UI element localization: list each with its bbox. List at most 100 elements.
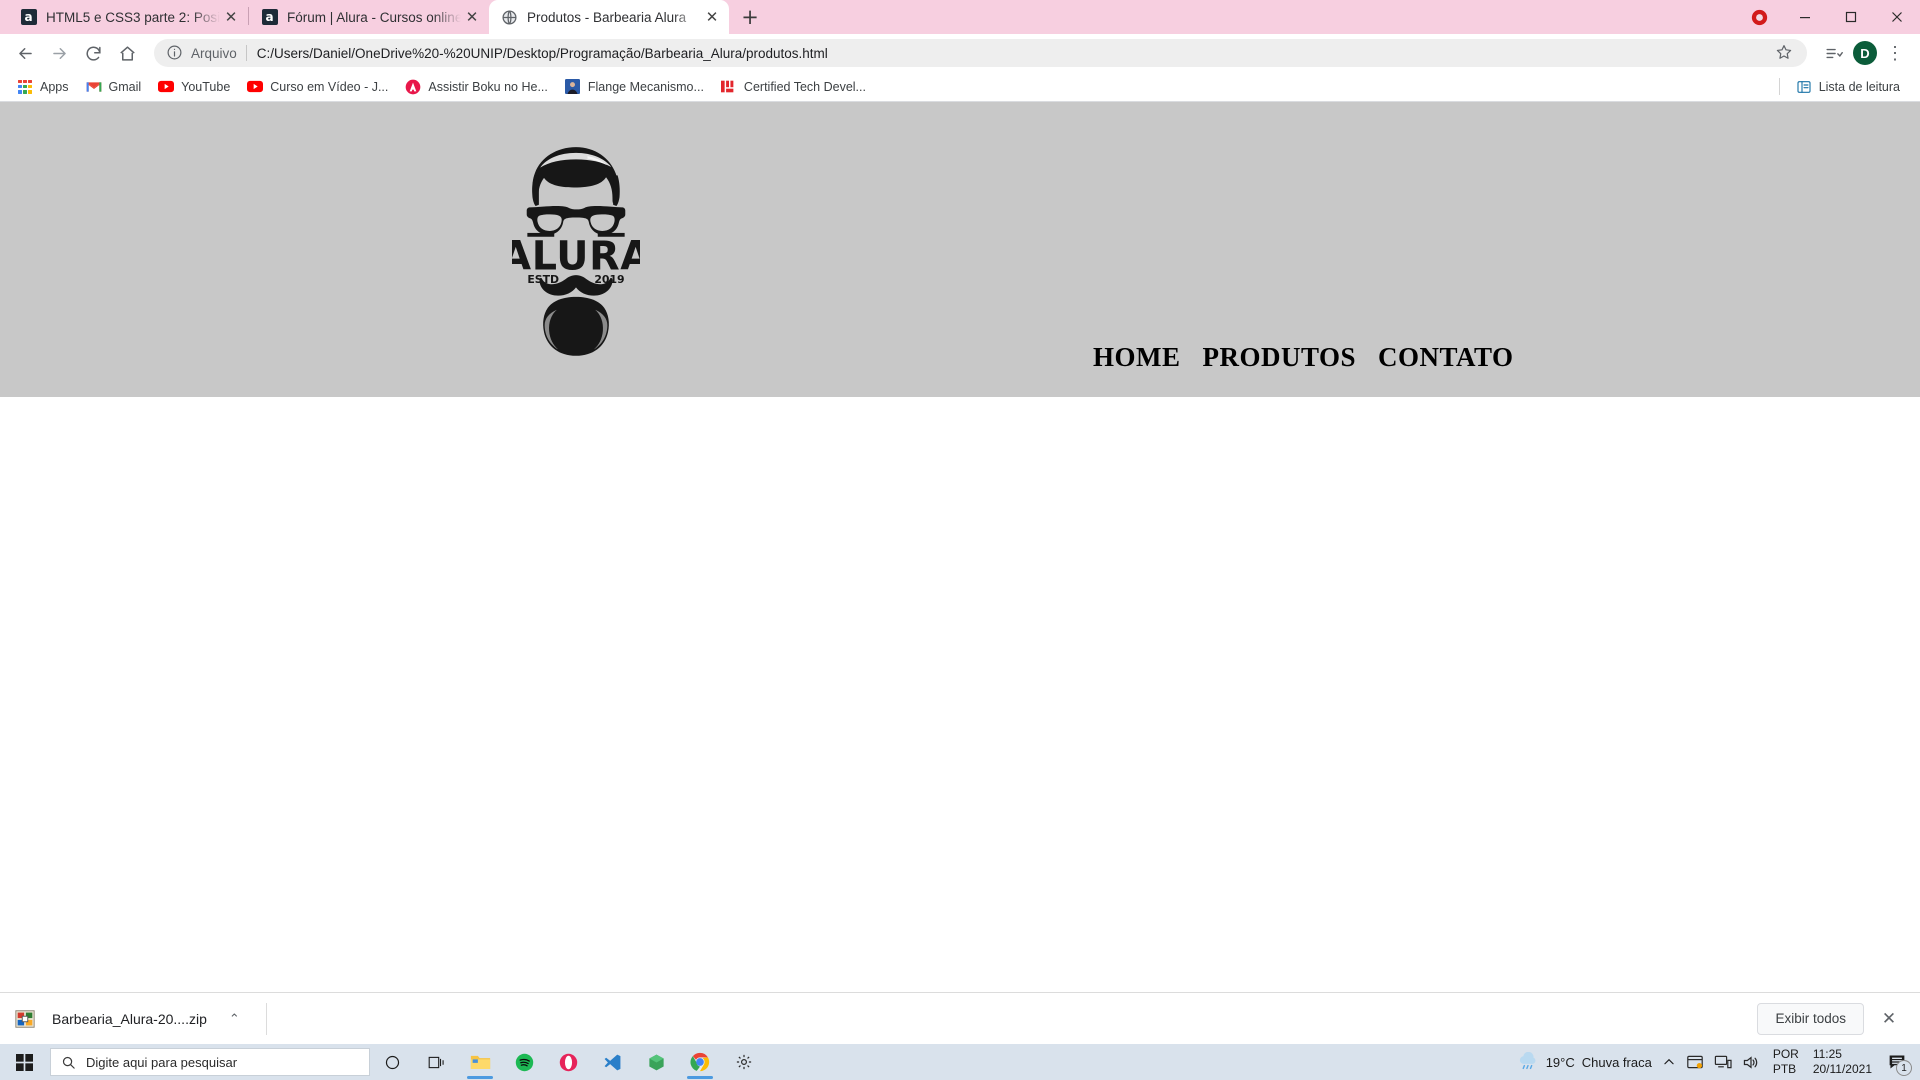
chrome-icon[interactable] (678, 1044, 722, 1080)
task-view-icon[interactable] (414, 1044, 458, 1080)
site-header: ALURA ESTD 2019 HOME PRODUTOS CONTATO (0, 102, 1920, 397)
search-icon (62, 1056, 75, 1069)
nav-link-home[interactable]: HOME (1093, 342, 1181, 373)
url-text: C:/Users/Daniel/OneDrive%20-%20UNIP/Desk… (256, 45, 828, 61)
clock-date: 20/11/2021 (1812, 1062, 1872, 1076)
language-line-2: PTB (1772, 1062, 1797, 1076)
tab-title: Fórum | Alura - Cursos online de (287, 9, 461, 25)
zip-file-icon (14, 1008, 36, 1030)
notification-center-button[interactable]: 1 (1880, 1044, 1914, 1080)
chevron-up-icon[interactable]: ⌃ (229, 1011, 240, 1027)
file-explorer-icon[interactable] (458, 1044, 502, 1080)
animes-icon (405, 79, 421, 95)
volume-icon[interactable] (1737, 1044, 1765, 1080)
bookmark-label: Certified Tech Devel... (743, 79, 866, 94)
window-controls (1736, 0, 1920, 34)
unity-icon[interactable] (634, 1044, 678, 1080)
address-bar[interactable]: Arquivo C:/Users/Daniel/OneDrive%20-%20U… (154, 39, 1807, 67)
record-icon[interactable] (1736, 0, 1782, 34)
opera-gx-icon[interactable] (546, 1044, 590, 1080)
nav-link-contato[interactable]: CONTATO (1378, 342, 1514, 373)
barbearia-alura-logo: ALURA ESTD 2019 (500, 137, 651, 362)
alura-icon: a (20, 9, 37, 26)
bookmark-label: Curso em Vídeo - J... (270, 79, 389, 94)
url-scheme-label: Arquivo (191, 45, 237, 61)
omnibox-divider (245, 45, 247, 61)
gmail-icon (86, 79, 102, 95)
cortana-icon[interactable] (370, 1044, 414, 1080)
language-line-1: POR (1772, 1047, 1799, 1061)
shelf-divider (265, 1002, 267, 1035)
home-button[interactable] (112, 38, 142, 68)
chrome-menu-button[interactable]: ⋮ (1880, 38, 1910, 68)
rain-cloud-icon (1519, 1052, 1536, 1070)
minimize-button[interactable] (1782, 0, 1828, 34)
back-button[interactable] (10, 38, 40, 68)
close-tab-icon[interactable]: ✕ (701, 6, 723, 28)
download-item[interactable]: Barbearia_Alura-20....zip ⌃ (14, 1008, 240, 1030)
start-button[interactable] (0, 1044, 48, 1080)
tab-strip: a HTML5 e CSS3 parte 2: Posiciona ✕ a Fó… (0, 0, 1920, 34)
search-placeholder: Digite aqui para pesquisar (86, 1054, 238, 1070)
taskbar-search-input[interactable]: Digite aqui para pesquisar (50, 1048, 370, 1076)
profile-avatar[interactable]: D (1853, 41, 1877, 65)
reading-list-toolbar-icon[interactable] (1818, 38, 1848, 68)
bookmarks-divider (1778, 78, 1780, 95)
weather-widget[interactable]: 19°C Chuva fraca (1512, 1044, 1657, 1080)
dio-icon (720, 79, 737, 95)
page-content: ALURA ESTD 2019 HOME PRODUTOS CONTATO (0, 102, 1920, 978)
maximize-button[interactable] (1828, 0, 1874, 34)
bookmark-star-icon[interactable] (1775, 43, 1795, 63)
weather-condition: Chuva fraca (1581, 1054, 1652, 1070)
browser-tab-1[interactable]: a HTML5 e CSS3 parte 2: Posiciona ✕ (8, 0, 248, 34)
bookmark-label: Assistir Boku no He... (428, 79, 548, 94)
bookmark-apps[interactable]: Apps (10, 75, 76, 99)
network-icon[interactable] (1709, 1044, 1737, 1080)
spotify-icon[interactable] (502, 1044, 546, 1080)
browser-toolbar: Arquivo C:/Users/Daniel/OneDrive%20-%20U… (0, 34, 1920, 72)
globe-icon (501, 9, 518, 26)
bookmark-assistir-boku-no-hero[interactable]: Assistir Boku no He... (398, 75, 555, 99)
bookmark-label: Apps (40, 79, 69, 94)
new-tab-button[interactable]: + (735, 2, 765, 32)
tab-title: Produtos - Barbearia Alura (527, 9, 687, 25)
bookmark-gmail[interactable]: Gmail (79, 75, 149, 99)
notification-count: 1 (1896, 1060, 1912, 1076)
show-all-downloads-button[interactable]: Exibir todos (1757, 1002, 1864, 1035)
reading-list-label: Lista de leitura (1818, 79, 1900, 94)
nav-link-produtos[interactable]: PRODUTOS (1203, 342, 1357, 373)
youtube-icon (158, 79, 175, 95)
downloads-shelf: Barbearia_Alura-20....zip ⌃ Exibir todos… (0, 992, 1920, 1044)
bookmarks-bar-right: Lista de leitura (1770, 75, 1910, 99)
close-tab-icon[interactable]: ✕ (461, 6, 483, 28)
photo-icon (565, 79, 581, 95)
tab-title: HTML5 e CSS3 parte 2: Posiciona (46, 9, 220, 25)
onedrive-sync-icon[interactable] (1681, 1044, 1709, 1080)
bookmark-youtube[interactable]: YouTube (151, 75, 237, 99)
close-shelf-icon[interactable]: ✕ (1872, 1002, 1906, 1036)
bookmark-certified-tech-developer[interactable]: Certified Tech Devel... (714, 75, 873, 99)
close-window-button[interactable] (1874, 0, 1920, 34)
tray-expand-button[interactable] (1657, 1044, 1681, 1080)
site-navigation: HOME PRODUTOS CONTATO (1093, 342, 1514, 373)
close-tab-icon[interactable]: ✕ (220, 6, 242, 28)
taskbar-language-clock[interactable]: POR 11:25 PTB 20/11/2021 (1765, 1047, 1880, 1077)
bookmark-flange-mecanismo[interactable]: Flange Mecanismo... (558, 75, 711, 99)
bookmark-label: Gmail (108, 79, 142, 94)
vscode-icon[interactable] (590, 1044, 634, 1080)
info-icon[interactable] (166, 44, 184, 62)
reload-button[interactable] (78, 38, 108, 68)
download-file-name: Barbearia_Alura-20....zip (52, 1010, 207, 1027)
bookmark-curso-em-video[interactable]: Curso em Vídeo - J... (240, 75, 395, 99)
alura-icon: a (261, 9, 278, 26)
apps-grid-icon (17, 79, 33, 95)
browser-tab-2[interactable]: a Fórum | Alura - Cursos online de ✕ (249, 0, 489, 34)
windows-taskbar: Digite aqui para pesquisar 19°C Chuva fr… (0, 1044, 1920, 1080)
reading-list-button[interactable]: Lista de leitura (1789, 75, 1907, 99)
bookmark-label: Flange Mecanismo... (587, 79, 704, 94)
browser-tab-3-active[interactable]: Produtos - Barbearia Alura ✕ (489, 0, 729, 34)
settings-icon[interactable] (722, 1044, 766, 1080)
forward-button[interactable] (44, 38, 74, 68)
bookmark-label: YouTube (181, 79, 231, 94)
browser-window: a HTML5 e CSS3 parte 2: Posiciona ✕ a Fó… (0, 0, 1920, 1080)
